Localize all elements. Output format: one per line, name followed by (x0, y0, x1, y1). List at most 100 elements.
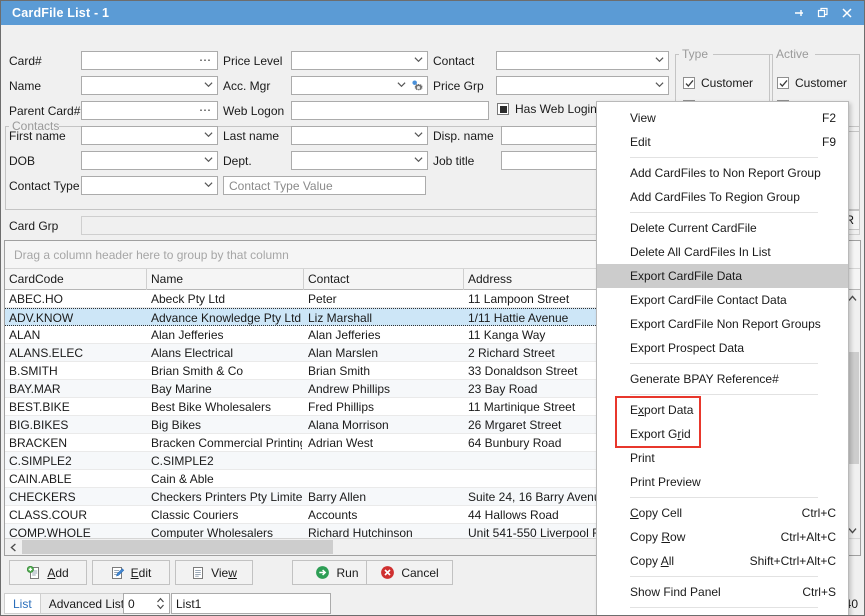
table-cell[interactable]: Peter (308, 292, 462, 306)
cancel-button[interactable]: Cancel (366, 560, 453, 585)
edit-button[interactable]: Edit (92, 560, 170, 585)
menu-item[interactable]: Copy All Shift+Ctrl+Alt+C (597, 549, 848, 573)
department-combo[interactable] (291, 151, 428, 170)
chevron-down-icon[interactable] (414, 130, 423, 139)
list-number-spinner[interactable]: 0 (123, 593, 170, 614)
grid-column-header[interactable]: CardCode (5, 269, 147, 290)
table-cell[interactable]: Checkers Printers Pty Limited (151, 490, 302, 504)
chevron-down-icon[interactable] (655, 80, 664, 89)
menu-item[interactable]: Add CardFiles to Non Report Group (597, 161, 848, 185)
table-cell[interactable]: ALANS.ELEC (9, 346, 145, 360)
table-cell[interactable]: Bracken Commercial Printing (151, 436, 302, 450)
menu-item[interactable]: Print (597, 446, 848, 470)
tab-advanced-list[interactable]: Advanced List (39, 593, 134, 614)
scroll-left-icon[interactable] (5, 539, 21, 555)
table-cell[interactable]: Alan Marslen (308, 346, 462, 360)
table-cell[interactable]: Alana Morrison (308, 418, 462, 432)
menu-item[interactable]: Export Grid (597, 422, 848, 446)
table-cell[interactable]: Alan Jefferies (151, 328, 302, 342)
table-cell[interactable]: Liz Marshall (308, 311, 462, 325)
table-cell[interactable]: ABEC.HO (9, 292, 145, 306)
table-cell[interactable]: ADV.KNOW (9, 311, 145, 325)
menu-item[interactable]: Delete Current CardFile (597, 216, 848, 240)
checkbox-checked-icon[interactable] (777, 77, 789, 89)
menu-item[interactable]: Show Find Panel Ctrl+S (597, 580, 848, 604)
menu-item[interactable]: Edit F9 (597, 130, 848, 154)
table-cell[interactable]: ALAN (9, 328, 145, 342)
price-level-combo[interactable] (291, 51, 428, 70)
grid-column-header[interactable]: Contact (304, 269, 464, 290)
menu-item[interactable]: Delete All CardFiles In List (597, 240, 848, 264)
spinner-arrows-icon[interactable] (156, 596, 165, 611)
gear-icon[interactable] (410, 78, 425, 93)
table-cell[interactable]: BEST.BIKE (9, 400, 145, 414)
checkbox-indeterminate-icon[interactable] (497, 103, 509, 115)
table-cell[interactable]: Adrian West (308, 436, 462, 450)
table-cell[interactable]: Fred Phillips (308, 400, 462, 414)
horizontal-scroll-thumb[interactable] (22, 540, 333, 554)
pin-icon[interactable] (788, 3, 810, 23)
menu-item[interactable]: Add CardFiles To Region Group (597, 185, 848, 209)
list-name-input[interactable]: List1 (171, 593, 331, 614)
ellipsis-icon[interactable]: ⋯ (199, 104, 212, 117)
menu-item[interactable]: Export Data (597, 398, 848, 422)
chevron-down-icon[interactable] (204, 130, 213, 139)
first-name-combo[interactable] (81, 126, 218, 145)
name-combo[interactable] (81, 76, 218, 95)
menu-item[interactable]: Print Preview (597, 470, 848, 494)
chevron-down-icon[interactable] (414, 155, 423, 164)
view-button[interactable]: View (175, 560, 253, 585)
tab-list[interactable]: List (4, 593, 40, 614)
table-cell[interactable]: Accounts (308, 508, 462, 522)
menu-item[interactable]: Grid Columns... (597, 611, 848, 615)
chevron-down-icon[interactable] (414, 55, 423, 64)
has-web-login-checkbox[interactable]: Has Web Login (497, 102, 597, 116)
table-cell[interactable]: BIG.BIKES (9, 418, 145, 432)
table-cell[interactable]: Big Bikes (151, 418, 302, 432)
dob-combo[interactable] (81, 151, 218, 170)
menu-item[interactable]: View F2 (597, 106, 848, 130)
table-cell[interactable]: BAY.MAR (9, 382, 145, 396)
table-cell[interactable]: Classic Couriers (151, 508, 302, 522)
table-cell[interactable]: CHECKERS (9, 490, 145, 504)
parent-card-number-input[interactable]: ⋯ (81, 101, 218, 120)
table-cell[interactable]: Barry Allen (308, 490, 462, 504)
chevron-down-icon[interactable] (655, 55, 664, 64)
contact-type-combo[interactable] (81, 176, 218, 195)
table-cell[interactable]: Brian Smith (308, 364, 462, 378)
table-cell[interactable]: CAIN.ABLE (9, 472, 145, 486)
menu-item[interactable]: Copy Cell Ctrl+C (597, 501, 848, 525)
active-customer-checkbox[interactable]: Customer (777, 76, 847, 90)
table-cell[interactable]: Alan Jefferies (308, 328, 462, 342)
table-cell[interactable]: Brian Smith & Co (151, 364, 302, 378)
menu-item[interactable]: Export CardFile Contact Data (597, 288, 848, 312)
menu-item[interactable]: Generate BPAY Reference# (597, 367, 848, 391)
table-cell[interactable]: C.SIMPLE2 (9, 454, 145, 468)
add-button[interactable]: Add (9, 560, 87, 585)
price-group-combo[interactable] (496, 76, 669, 95)
ellipsis-icon[interactable]: ⋯ (199, 54, 212, 67)
card-number-input[interactable]: ⋯ (81, 51, 218, 70)
chevron-down-icon[interactable] (397, 80, 406, 89)
type-customer-checkbox[interactable]: Customer (683, 76, 753, 90)
menu-item[interactable]: Export Prospect Data (597, 336, 848, 360)
table-cell[interactable]: Andrew Phillips (308, 382, 462, 396)
table-cell[interactable]: Bay Marine (151, 382, 302, 396)
account-manager-combo[interactable] (291, 76, 428, 95)
chevron-down-icon[interactable] (204, 180, 213, 189)
menu-item[interactable]: Export CardFile Non Report Groups (597, 312, 848, 336)
last-name-combo[interactable] (291, 126, 428, 145)
contact-type-value-input[interactable]: Contact Type Value (223, 176, 426, 195)
checkbox-checked-icon[interactable] (683, 77, 695, 89)
table-cell[interactable]: Abeck Pty Ltd (151, 292, 302, 306)
menu-item[interactable]: Export CardFile Data (597, 264, 848, 288)
table-cell[interactable]: Advance Knowledge Pty Ltd (151, 311, 302, 325)
table-cell[interactable]: CLASS.COUR (9, 508, 145, 522)
grid-column-header[interactable]: Name (147, 269, 304, 290)
table-cell[interactable]: BRACKEN (9, 436, 145, 450)
contact-combo[interactable] (496, 51, 669, 70)
close-icon[interactable] (836, 3, 858, 23)
table-cell[interactable]: B.SMITH (9, 364, 145, 378)
table-cell[interactable]: Best Bike Wholesalers (151, 400, 302, 414)
restore-icon[interactable] (812, 3, 834, 23)
